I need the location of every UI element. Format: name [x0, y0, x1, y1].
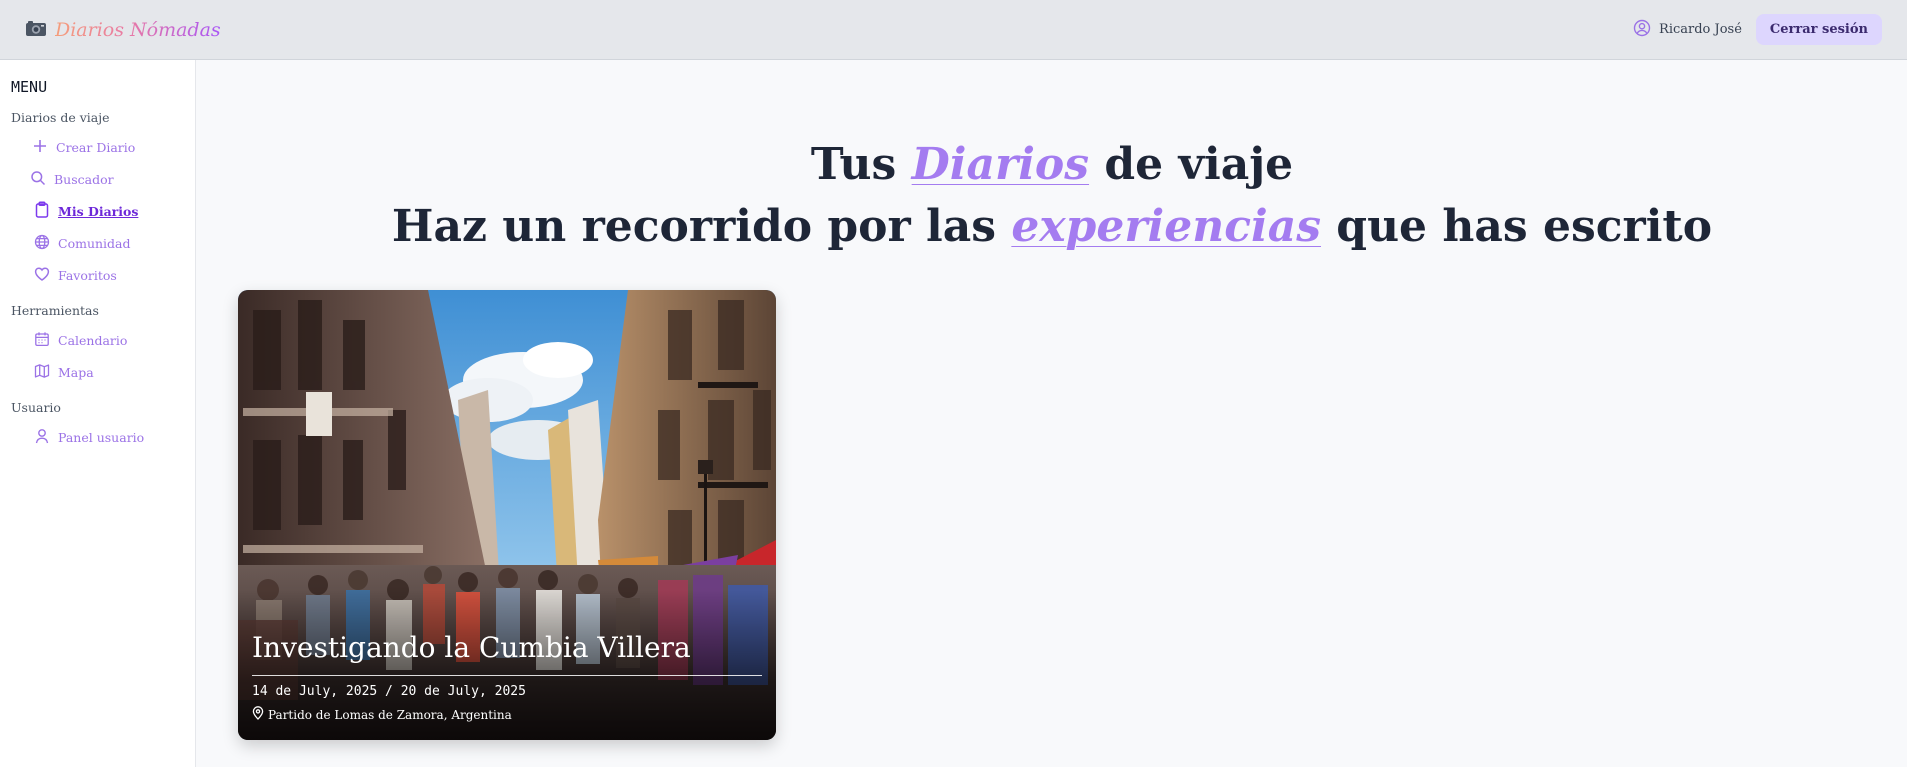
sidebar-item-label: Mapa [58, 364, 94, 380]
sidebar-item-label: Calendario [58, 332, 128, 348]
camera-icon [25, 19, 47, 41]
user-menu[interactable]: Ricardo José [1633, 19, 1742, 41]
map-icon [34, 363, 50, 382]
sidebar: MENU Diarios de viaje Crear Diario Busca… [0, 60, 196, 767]
location-pin-icon [252, 706, 264, 723]
headline-text: Haz un recorrido por las [391, 201, 1012, 252]
sidebar-item-crear-diario[interactable]: Crear Diario [0, 137, 195, 157]
headline-line-1: Tus Diarios de viaje [197, 136, 1907, 194]
top-right: Ricardo José Cerrar sesión [1633, 14, 1882, 45]
section-title: Diarios de viaje [11, 110, 110, 125]
sidebar-item-mis-diarios[interactable]: Mis Diarios [0, 201, 195, 221]
heart-icon [34, 266, 50, 285]
sidebar-item-panel-usuario[interactable]: Panel usuario [0, 427, 195, 447]
brand-link[interactable]: Diarios Nómadas [25, 19, 221, 41]
logout-button[interactable]: Cerrar sesión [1755, 14, 1882, 45]
card-title: Investigando la Cumbia Villera [252, 631, 691, 664]
sidebar-item-label: Buscador [54, 171, 114, 187]
sidebar-item-calendario[interactable]: Calendario [0, 330, 195, 350]
sidebar-item-buscador[interactable]: Buscador [0, 169, 195, 189]
card-location-text: Partido de Lomas de Zamora, Argentina [268, 707, 512, 722]
card-divider [252, 675, 762, 676]
user-circle-icon [1633, 19, 1651, 41]
clipboard-icon [34, 201, 50, 221]
headline-text: de viaje [1089, 139, 1294, 190]
main-content: Tus Diarios de viaje Haz un recorrido po… [197, 61, 1907, 767]
top-bar: Diarios Nómadas Ricardo José Cerrar sesi… [0, 0, 1907, 60]
sidebar-item-label: Comunidad [58, 235, 131, 251]
sidebar-group-herramientas: Herramientas Calendario Mapa [0, 303, 195, 382]
page-headline: Tus Diarios de viaje Haz un recorrido po… [197, 136, 1907, 260]
headline-line-2: Haz un recorrido por las experiencias qu… [197, 194, 1907, 260]
search-icon [30, 170, 46, 189]
card-location: Partido de Lomas de Zamora, Argentina [252, 706, 512, 723]
headline-accent: experiencias [1011, 201, 1321, 252]
sidebar-item-favoritos[interactable]: Favoritos [0, 265, 195, 285]
brand-name: Diarios Nómadas [55, 18, 221, 41]
section-title: Usuario [11, 400, 61, 415]
diary-card[interactable]: Investigando la Cumbia Villera 14 de Jul… [238, 290, 776, 740]
globe-icon [34, 234, 50, 253]
section-title: Herramientas [11, 303, 99, 318]
sidebar-group-usuario: Usuario Panel usuario [0, 400, 195, 447]
user-icon [34, 428, 50, 447]
headline-accent: Diarios [911, 139, 1090, 190]
sidebar-item-label: Panel usuario [58, 429, 145, 445]
plus-icon [32, 138, 48, 157]
sidebar-item-label: Mis Diarios [58, 203, 139, 219]
sidebar-item-label: Favoritos [58, 267, 117, 283]
calendar-icon [34, 331, 50, 350]
user-name: Ricardo José [1659, 22, 1742, 37]
menu-title: MENU [11, 78, 48, 96]
headline-text: Tus [810, 139, 912, 190]
sidebar-group-diarios: Diarios de viaje Crear Diario Buscador M… [0, 110, 195, 285]
sidebar-item-label: Crear Diario [56, 139, 136, 155]
headline-text: que has escrito [1320, 201, 1713, 252]
sidebar-item-mapa[interactable]: Mapa [0, 362, 195, 382]
card-dates: 14 de July, 2025 / 20 de July, 2025 [252, 684, 526, 699]
sidebar-item-comunidad[interactable]: Comunidad [0, 233, 195, 253]
